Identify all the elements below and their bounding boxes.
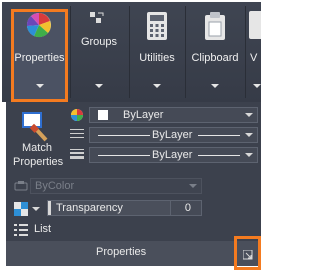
match-properties-label-line1: Match: [22, 142, 52, 154]
clipboard-icon: [205, 12, 225, 40]
color-dropdown-value: ByLayer: [123, 109, 164, 121]
dialog-launcher-button[interactable]: [239, 244, 256, 264]
linetype-dropdown[interactable]: ByLayer: [89, 127, 258, 143]
groups-button[interactable]: Groups: [72, 2, 126, 102]
utilities-button-label: Utilities: [139, 52, 175, 64]
dialog-launcher-arrow-icon: [243, 250, 253, 260]
utilities-button[interactable]: Utilities: [131, 2, 183, 102]
view-button-label: V: [250, 52, 258, 64]
chevron-down-icon: [11, 82, 68, 92]
transparency-value: 0: [184, 202, 191, 214]
view-icon: [249, 11, 261, 39]
properties-button[interactable]: Properties: [11, 2, 68, 102]
chevron-down-icon: [245, 153, 253, 157]
chevron-down-icon: [189, 184, 197, 188]
plot-style-icon: [14, 181, 28, 191]
panel-title-bar: Properties: [6, 241, 261, 266]
calculator-icon: [147, 12, 167, 40]
chevron-down-icon: [245, 113, 253, 117]
ribbon-separator: [70, 6, 71, 98]
chevron-down-icon: [245, 133, 253, 137]
groups-icon: [90, 12, 104, 23]
line-sample: [98, 135, 150, 136]
color-dropdown[interactable]: ByLayer: [89, 107, 258, 123]
list-label: List: [34, 223, 52, 235]
transparency-slider-handle: [48, 201, 51, 215]
transparency-label: Transparency: [56, 202, 123, 214]
line-sample: [198, 135, 240, 136]
color-wheel-icon: [71, 109, 83, 121]
clipboard-button-label: Clipboard: [191, 52, 239, 64]
linetype-dropdown-value: ByLayer: [152, 129, 193, 141]
clipboard-button[interactable]: Clipboard: [187, 2, 243, 102]
chevron-down-icon: [247, 82, 261, 92]
chevron-down-icon: [187, 82, 243, 92]
lineweight-dropdown-value: ByLayer: [152, 149, 193, 161]
lineweight-icon: [70, 149, 84, 159]
lineweight-dropdown[interactable]: ByLayer: [89, 147, 258, 163]
plot-style-dropdown-value: ByColor: [35, 180, 75, 192]
panel-title: Properties: [96, 246, 147, 258]
chevron-down-icon: [131, 82, 183, 92]
match-properties-label-line2: Properties: [13, 156, 64, 168]
match-properties-button[interactable]: Match Properties: [10, 108, 64, 170]
ribbon-separator: [129, 6, 130, 98]
transparency-slider[interactable]: Transparency 0: [47, 200, 202, 216]
plot-style-dropdown[interactable]: ByColor: [30, 178, 202, 194]
ribbon-toolbar: Properties Groups Utilities Clipboard V: [2, 2, 261, 102]
match-properties-brush-icon: [22, 112, 48, 142]
autocad-ribbon-screenshot: Properties Groups Utilities Clipboard V …: [0, 0, 261, 270]
ribbon-separator: [245, 6, 246, 98]
transparency-icon: [14, 202, 28, 216]
view-button[interactable]: V: [247, 2, 261, 102]
ribbon-separator: [185, 6, 186, 98]
chevron-down-icon: [72, 82, 126, 92]
groups-button-label: Groups: [80, 36, 118, 48]
transparency-menu-arrow[interactable]: [32, 207, 40, 211]
transparency-value-box[interactable]: 0: [170, 201, 201, 215]
linetype-icon: [70, 129, 84, 138]
list-button[interactable]: List: [14, 222, 74, 238]
list-icon: [14, 224, 28, 236]
line-sample: [198, 155, 240, 156]
line-sample: [98, 155, 150, 156]
color-swatch: [98, 110, 108, 120]
color-wheel-icon: [26, 12, 51, 38]
properties-button-label: Properties: [14, 52, 65, 64]
